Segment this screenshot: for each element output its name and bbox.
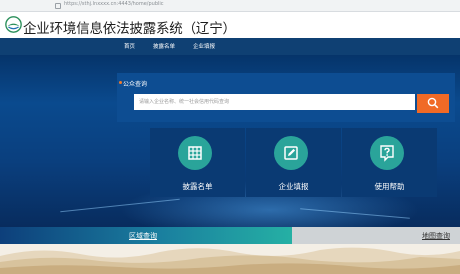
search-icon xyxy=(427,97,439,109)
lock-icon xyxy=(55,3,61,9)
browser-address-bar[interactable]: https://sthj.lnxxxx.cn:4443/home/public xyxy=(0,0,460,12)
tile-icon-circle xyxy=(274,136,308,170)
search-input[interactable] xyxy=(134,94,415,110)
tile-label: 披露名单 xyxy=(182,182,213,191)
nav-item-disclosure-list[interactable]: 披露名单 xyxy=(153,42,175,50)
tile-enterprise-report[interactable]: 企业填报 xyxy=(246,128,341,197)
tile-icon-circle xyxy=(178,136,212,170)
tile-label: 企业填报 xyxy=(278,182,309,191)
search-button[interactable] xyxy=(417,94,449,113)
nav-item-enterprise-report[interactable]: 企业填报 xyxy=(193,42,215,50)
tile-label: 使用帮助 xyxy=(374,182,405,191)
tile-disclosure-list[interactable]: 披露名单 xyxy=(150,128,245,197)
tab-region-query[interactable]: 区域查询 xyxy=(0,227,292,244)
main-nav: 首页 披露名单 企业填报 xyxy=(0,38,460,55)
site-header: 企业环境信息依法披露系统（辽宁） xyxy=(0,12,460,38)
tile-help[interactable]: 使用帮助 xyxy=(342,128,437,197)
mountain-art xyxy=(0,247,460,274)
edit-icon xyxy=(284,146,298,160)
page-title: 企业环境信息依法披露系统（辽宁） xyxy=(23,21,236,37)
tab-map-query-label: 地图查询 xyxy=(422,232,450,240)
table-icon xyxy=(188,146,202,160)
logo-icon xyxy=(5,16,22,33)
help-icon xyxy=(380,145,394,162)
footer-landscape-art xyxy=(0,244,460,274)
tile-icon-circle xyxy=(370,136,404,170)
title-dot-icon xyxy=(119,81,122,84)
address-url[interactable]: https://sthj.lnxxxx.cn:4443/home/public xyxy=(64,1,164,7)
tab-map-query[interactable]: 地图查询 xyxy=(292,227,460,244)
nav-item-home[interactable]: 首页 xyxy=(124,42,135,50)
tab-region-query-label: 区域查询 xyxy=(129,232,157,240)
public-query-title: 公众查询 xyxy=(123,81,148,88)
